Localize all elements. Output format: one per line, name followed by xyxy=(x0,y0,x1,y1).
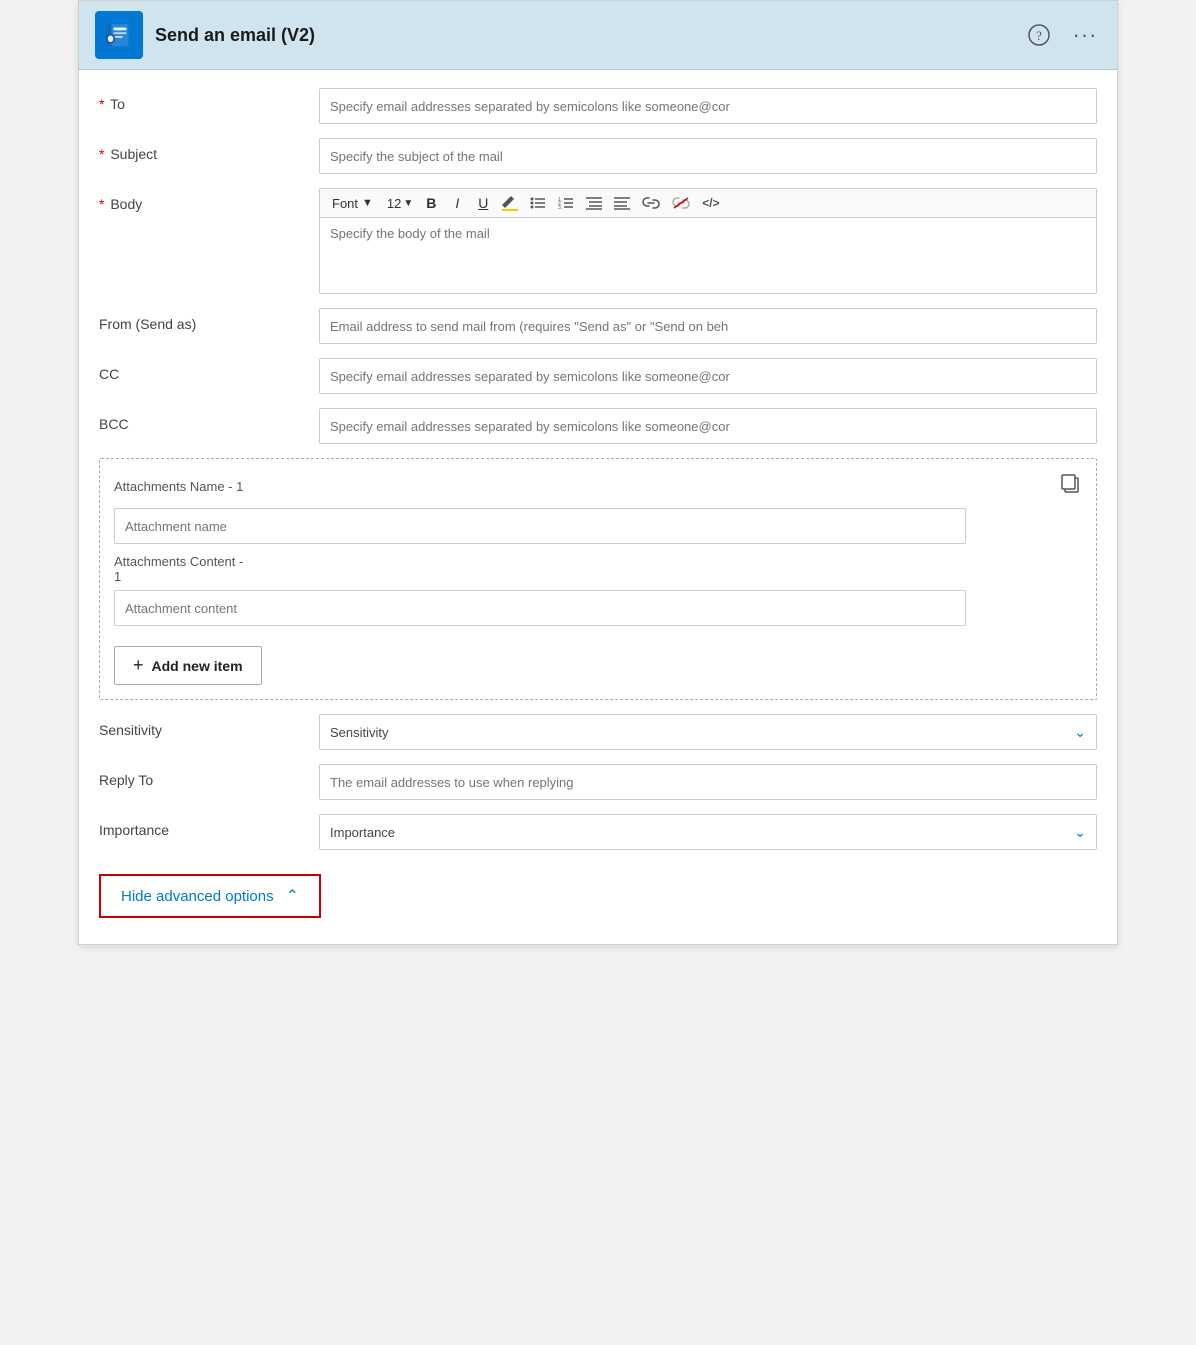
svg-text:?: ? xyxy=(1036,28,1042,43)
body-label-text: Body xyxy=(110,196,142,212)
from-row: From (Send as) xyxy=(99,308,1097,344)
hide-advanced-chevron-icon: ⌃ xyxy=(286,886,299,906)
body-label: * Body xyxy=(99,188,319,212)
font-size-arrow: ▼ xyxy=(403,198,413,209)
svg-text:3.: 3. xyxy=(558,205,562,210)
from-label: From (Send as) xyxy=(99,308,319,332)
body-toolbar: Font ▼ 12 ▼ B I U xyxy=(320,189,1096,218)
sensitivity-select[interactable]: Sensitivity ⌄ xyxy=(319,714,1097,750)
bcc-row: BCC xyxy=(99,408,1097,444)
font-dropdown-arrow: ▼ xyxy=(362,197,373,209)
to-label-text: To xyxy=(110,96,125,112)
send-email-card: Send an email (V2) ? ··· * To * Su xyxy=(78,0,1118,945)
attachment-content-input[interactable] xyxy=(114,590,966,626)
to-required-star: * xyxy=(99,96,104,112)
form-body: * To * Subject * Body Font ▼ xyxy=(79,70,1117,944)
link-button[interactable] xyxy=(637,194,665,212)
header-title: Send an email (V2) xyxy=(155,25,1011,46)
unordered-list-button[interactable] xyxy=(525,194,551,212)
importance-chevron-icon: ⌄ xyxy=(1074,824,1086,841)
reply-to-input[interactable] xyxy=(319,764,1097,800)
reply-to-label: Reply To xyxy=(99,764,319,788)
cc-label: CC xyxy=(99,358,319,382)
subject-required-star: * xyxy=(99,146,104,162)
font-label: Font xyxy=(332,196,358,211)
font-size-button[interactable]: 12 ▼ xyxy=(383,194,417,213)
attachments-header: Attachments Name - 1 xyxy=(114,473,1082,500)
cc-row: CC xyxy=(99,358,1097,394)
card-header: Send an email (V2) ? ··· xyxy=(79,1,1117,70)
hide-advanced-container: Hide advanced options ⌃ xyxy=(99,864,1097,944)
body-textarea[interactable] xyxy=(320,218,1096,288)
ordered-list-button[interactable]: 1.2.3. xyxy=(553,194,579,212)
cc-input[interactable] xyxy=(319,358,1097,394)
font-size-value: 12 xyxy=(387,196,401,211)
help-button[interactable]: ? xyxy=(1023,19,1055,51)
add-item-button[interactable]: + Add new item xyxy=(114,646,262,685)
add-item-label: Add new item xyxy=(152,658,243,674)
bold-button[interactable]: B xyxy=(419,193,443,213)
source-button[interactable]: </> xyxy=(697,194,724,212)
hide-advanced-button[interactable]: Hide advanced options ⌃ xyxy=(99,874,321,918)
bcc-input[interactable] xyxy=(319,408,1097,444)
importance-label: Importance xyxy=(99,814,319,838)
outlook-icon xyxy=(95,11,143,59)
subject-label-text: Subject xyxy=(110,146,157,162)
add-item-plus-icon: + xyxy=(133,655,144,676)
hide-advanced-label: Hide advanced options xyxy=(121,888,274,905)
underline-button[interactable]: U xyxy=(471,193,495,213)
subject-label: * Subject xyxy=(99,138,319,162)
sensitivity-chevron-icon: ⌄ xyxy=(1074,724,1086,741)
unlink-button[interactable] xyxy=(667,194,695,212)
to-input[interactable] xyxy=(319,88,1097,124)
from-input[interactable] xyxy=(319,308,1097,344)
attachments-section: Attachments Name - 1 Attachments Content… xyxy=(99,458,1097,700)
body-required-star: * xyxy=(99,196,104,212)
font-select-button[interactable]: Font ▼ xyxy=(328,194,381,213)
reply-to-row: Reply To xyxy=(99,764,1097,800)
importance-row: Importance Importance ⌄ xyxy=(99,814,1097,850)
header-actions: ? ··· xyxy=(1023,19,1101,51)
to-row: * To xyxy=(99,88,1097,124)
importance-value: Importance xyxy=(330,825,395,840)
sensitivity-label: Sensitivity xyxy=(99,714,319,738)
bcc-label: BCC xyxy=(99,408,319,432)
italic-button[interactable]: I xyxy=(445,193,469,213)
attachment-content-label: Attachments Content - 1 xyxy=(114,554,1082,584)
highlight-button[interactable] xyxy=(497,193,523,213)
attachment-name-label: Attachments Name - 1 xyxy=(114,479,243,494)
sensitivity-value: Sensitivity xyxy=(330,725,389,740)
attachment-name-input[interactable] xyxy=(114,508,966,544)
subject-row: * Subject xyxy=(99,138,1097,174)
indent-left-button[interactable] xyxy=(581,194,607,212)
more-options-button[interactable]: ··· xyxy=(1069,19,1101,51)
body-editor: Font ▼ 12 ▼ B I U xyxy=(319,188,1097,294)
sensitivity-row: Sensitivity Sensitivity ⌄ xyxy=(99,714,1097,750)
attachments-copy-button[interactable] xyxy=(1060,473,1082,500)
subject-input[interactable] xyxy=(319,138,1097,174)
to-label: * To xyxy=(99,88,319,112)
indent-right-button[interactable] xyxy=(609,194,635,212)
body-row: * Body Font ▼ 12 ▼ B I U xyxy=(99,188,1097,294)
importance-select[interactable]: Importance ⌄ xyxy=(319,814,1097,850)
